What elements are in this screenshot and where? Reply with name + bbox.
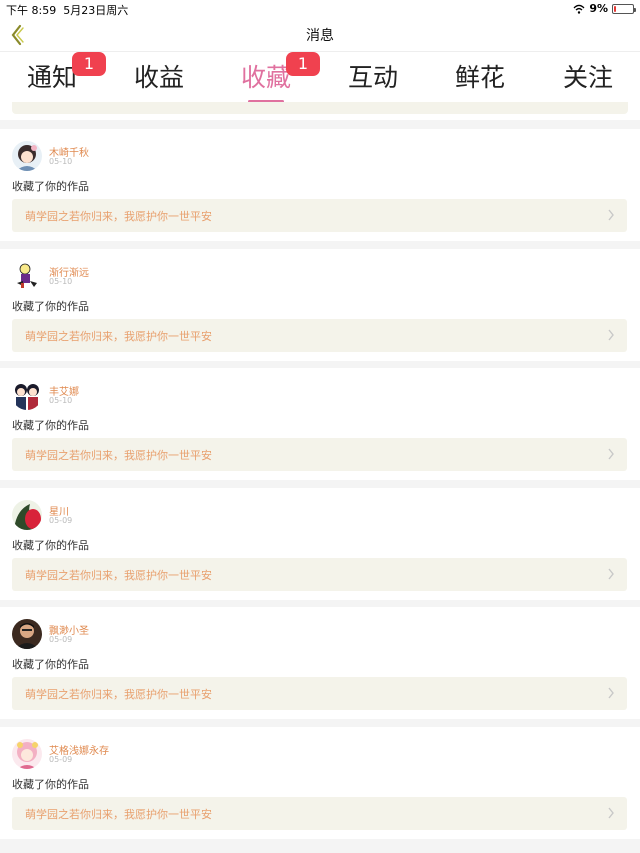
- work-link[interactable]: 萌学园之若你归来，我愿护你一世平安: [12, 677, 627, 710]
- action-text: 收藏了你的作品: [12, 299, 89, 313]
- tab-flowers[interactable]: 鲜花: [430, 58, 530, 94]
- avatar[interactable]: [12, 619, 42, 649]
- tab-label: 通知: [26, 63, 77, 92]
- notification-card: 星川 05-09 收藏了你的作品 萌学园之若你归来，我愿护你一世平安: [0, 487, 640, 600]
- status-bar: 下午 8:59 5月23日周六 9%: [0, 0, 640, 18]
- notification-date: 05-10: [49, 396, 73, 405]
- notification-card: 飘渺小圣 05-09 收藏了你的作品 萌学园之若你归来，我愿护你一世平安: [0, 607, 640, 719]
- status-indicators: 9%: [573, 2, 636, 15]
- chevron-right-icon: [608, 568, 614, 579]
- notification-date: 05-09: [49, 635, 73, 644]
- battery-fill: [614, 5, 616, 12]
- work-link[interactable]: 萌学园之若你归来，我愿护你一世平安: [12, 796, 627, 830]
- battery-percent: 9%: [589, 2, 608, 15]
- chevron-right-icon: [608, 209, 614, 221]
- chevron-right-icon: [608, 807, 614, 818]
- previous-card-link-tail: [12, 102, 628, 114]
- status-time: 下午 8:59: [6, 4, 57, 17]
- work-title: 萌学园之若你归来，我愿护你一世平安: [25, 329, 212, 343]
- tab-label: 关注: [562, 63, 613, 92]
- avatar[interactable]: [12, 260, 42, 291]
- chevron-right-icon: [608, 448, 614, 460]
- tab-label: 收益: [133, 63, 184, 92]
- notification-date: 05-09: [49, 515, 73, 525]
- work-link[interactable]: 萌学园之若你归来，我愿护你一世平安: [12, 438, 627, 471]
- status-date: 5月23日周六: [63, 4, 129, 17]
- tab-earnings[interactable]: 收益: [109, 58, 209, 94]
- tab-notifications[interactable]: 通知 1: [2, 52, 106, 94]
- notification-date: 05-10: [49, 276, 73, 286]
- status-time-date: 下午 8:59 5月23日周六: [6, 2, 128, 18]
- action-text: 收藏了你的作品: [12, 658, 89, 671]
- unread-badge: 1: [72, 52, 106, 76]
- nav-bar: 消息: [0, 18, 640, 52]
- chevron-right-icon: [608, 329, 614, 340]
- action-text: 收藏了你的作品: [12, 180, 89, 193]
- red-leaf-avatar-icon: [12, 499, 42, 530]
- notification-date: 05-10: [49, 157, 73, 166]
- page-title: 消息: [306, 28, 334, 44]
- work-title: 萌学园之若你归来，我愿护你一世平安: [25, 807, 212, 821]
- notification-date: 05-09: [49, 754, 73, 764]
- action-text: 收藏了你的作品: [12, 538, 89, 552]
- unread-badge: 1: [286, 52, 320, 76]
- work-link[interactable]: 萌学园之若你归来，我愿护你一世平安: [12, 557, 627, 591]
- tab-label: 收藏: [240, 63, 291, 92]
- tab-label: 鲜花: [454, 63, 505, 92]
- avatar[interactable]: [12, 499, 42, 530]
- chevron-right-icon: [608, 687, 614, 699]
- man-photo-avatar-icon: [12, 619, 42, 649]
- tab-bar: 通知 1 收益 收藏 互动 1 鲜花 关注: [0, 52, 640, 103]
- tab-interactions[interactable]: 互动 1: [286, 52, 423, 94]
- notification-list: 木崎千秋 05-10 收藏了你的作品 萌学园之若你归来，我愿护你一世平安 渐行渐…: [0, 129, 640, 846]
- work-title: 萌学园之若你归来，我愿护你一世平安: [25, 210, 212, 223]
- tab-label: 互动: [347, 63, 398, 92]
- tab-following[interactable]: 关注: [538, 58, 638, 94]
- avatar[interactable]: [12, 380, 42, 410]
- action-text: 收藏了你的作品: [12, 419, 89, 432]
- avatar[interactable]: [12, 738, 42, 769]
- notification-card: 渐行渐远 05-10 收藏了你的作品 萌学园之若你归来，我愿护你一世平安: [0, 248, 640, 361]
- avatar[interactable]: [12, 141, 42, 171]
- notification-card: 丰艾娜 05-10 收藏了你的作品 萌学园之若你归来，我愿护你一世平安: [0, 368, 640, 480]
- action-text: 收藏了你的作品: [12, 777, 89, 791]
- cartoon-figure-avatar-icon: [12, 260, 42, 291]
- work-link[interactable]: 萌学园之若你归来，我愿护你一世平安: [12, 199, 627, 232]
- work-title: 萌学园之若你归来，我愿护你一世平安: [25, 449, 212, 462]
- previous-card-tail: [0, 102, 640, 120]
- work-link[interactable]: 萌学园之若你归来，我愿护你一世平安: [12, 318, 627, 352]
- pink-anime-avatar-icon: [12, 738, 42, 769]
- wifi-icon: [573, 4, 585, 14]
- work-title: 萌学园之若你归来，我愿护你一世平安: [25, 688, 212, 701]
- battery-icon: [612, 3, 636, 14]
- anime-girl-avatar-icon: [12, 141, 42, 171]
- notification-card: 艾格浅娜永存 05-09 收藏了你的作品 萌学园之若你归来，我愿护你一世平安: [0, 726, 640, 839]
- couple-avatar-icon: [12, 380, 42, 410]
- work-title: 萌学园之若你归来，我愿护你一世平安: [25, 568, 212, 582]
- notification-card: 木崎千秋 05-10 收藏了你的作品 萌学园之若你归来，我愿护你一世平安: [0, 129, 640, 241]
